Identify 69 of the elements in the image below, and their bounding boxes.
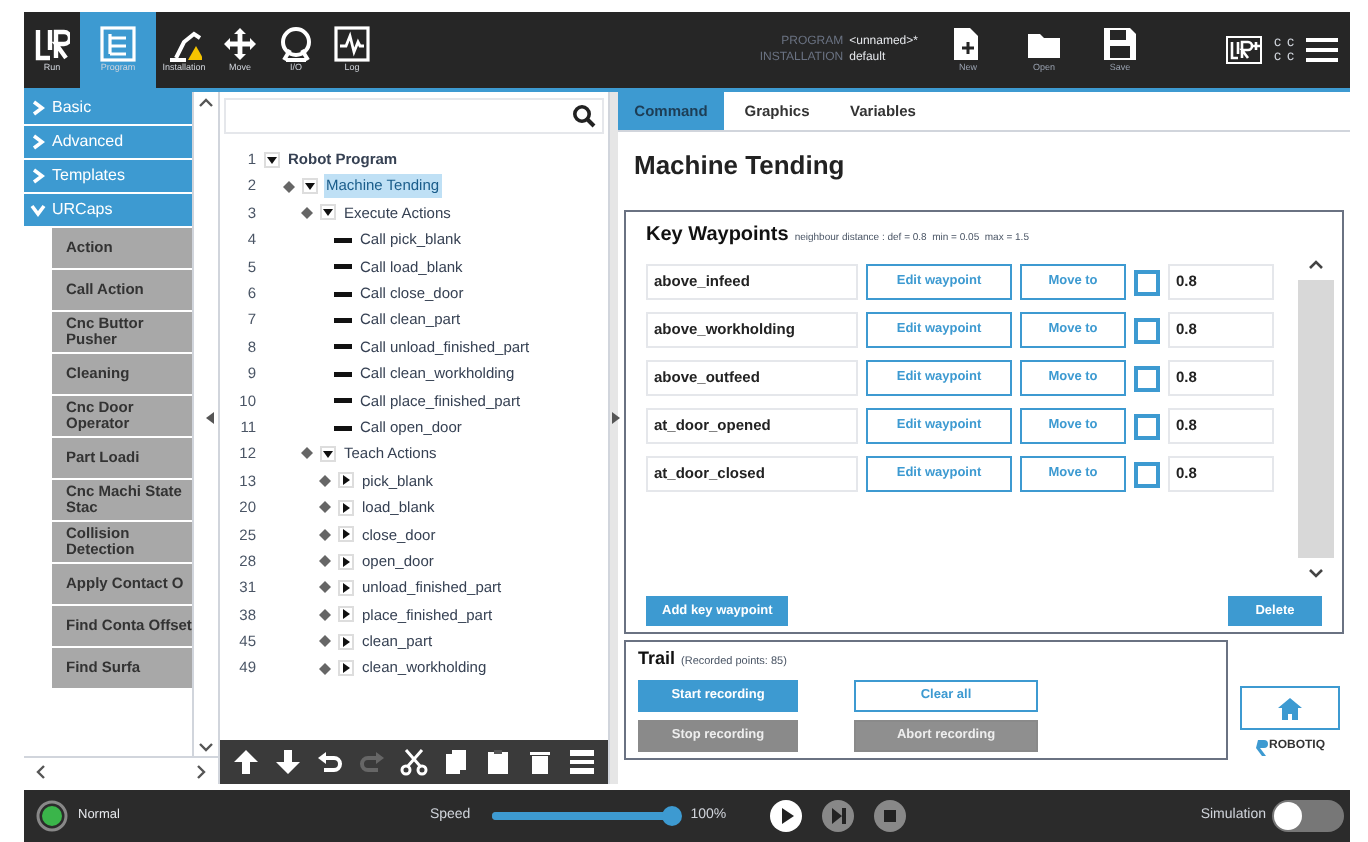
checkbox[interactable] xyxy=(1134,365,1160,391)
scissors-icon xyxy=(399,748,428,776)
scissors-button[interactable] xyxy=(399,748,428,776)
suppress-button[interactable] xyxy=(568,748,597,776)
ur-logo-icon xyxy=(34,26,70,62)
play-button[interactable] xyxy=(770,800,803,832)
search-field[interactable] xyxy=(224,98,604,134)
collapsed-triangle-icon[interactable] xyxy=(338,633,354,650)
trash-button[interactable] xyxy=(526,748,555,776)
collapsed-triangle-icon[interactable] xyxy=(338,660,354,677)
home-icon xyxy=(1278,697,1302,719)
move-arrows-icon xyxy=(222,26,258,62)
checkbox[interactable] xyxy=(1134,317,1160,343)
stop-icon xyxy=(874,800,907,832)
chevron-down-icon xyxy=(30,202,46,218)
log-chart-icon xyxy=(334,26,370,62)
chevron-right-icon xyxy=(30,168,46,184)
checkbox[interactable] xyxy=(1134,269,1160,295)
undo-icon xyxy=(315,748,344,776)
arrow-down-button[interactable] xyxy=(273,748,302,776)
checkbox[interactable] xyxy=(1134,413,1160,439)
collapsed-triangle-icon[interactable] xyxy=(338,579,354,596)
horizontal-scrollbar[interactable] xyxy=(24,756,218,784)
robot-arm-warning-icon xyxy=(166,26,202,62)
clipboard-button[interactable] xyxy=(484,748,513,776)
collapsed-triangle-icon[interactable] xyxy=(338,472,354,489)
expanded-triangle-icon[interactable] xyxy=(302,178,318,195)
collapsed-triangle-icon[interactable] xyxy=(338,606,354,623)
expanded-triangle-icon[interactable] xyxy=(320,204,336,221)
vertical-scrollbar[interactable] xyxy=(192,92,218,756)
redo-icon xyxy=(357,748,386,776)
copy-button[interactable] xyxy=(442,748,471,776)
arrow-down-icon xyxy=(273,748,302,776)
expanded-triangle-icon[interactable] xyxy=(320,445,336,462)
slider-thumb[interactable] xyxy=(662,806,683,826)
copy-icon xyxy=(442,748,471,776)
expanded-triangle-icon[interactable] xyxy=(264,151,280,168)
stop-button[interactable] xyxy=(874,800,907,832)
menu-button[interactable] xyxy=(1306,36,1338,64)
step-button[interactable] xyxy=(822,800,855,832)
suppress-icon xyxy=(568,748,597,776)
search-icon xyxy=(572,104,596,128)
urplus-logo-icon xyxy=(1226,36,1262,64)
clipboard-icon xyxy=(484,748,513,776)
collapsed-triangle-icon[interactable] xyxy=(338,526,354,543)
arrow-up-button[interactable] xyxy=(231,748,260,776)
simulation-toggle[interactable] xyxy=(1272,800,1344,832)
collapse-left-icon xyxy=(206,412,214,424)
section-title: Key Waypoints xyxy=(646,222,789,250)
page-title: Machine Tending xyxy=(632,148,847,184)
scroll-left-icon xyxy=(32,761,48,781)
collapsed-triangle-icon[interactable] xyxy=(338,553,354,570)
io-dial-icon xyxy=(278,26,314,62)
section-title: Trail xyxy=(638,646,676,672)
collapsed-triangle-icon[interactable] xyxy=(338,499,354,516)
trash-icon xyxy=(526,748,555,776)
checkbox[interactable] xyxy=(1134,461,1160,487)
home-button[interactable] xyxy=(1240,686,1340,730)
undo-button[interactable] xyxy=(315,748,344,776)
status-indicator-icon xyxy=(36,800,68,832)
program-tree-icon xyxy=(100,26,136,62)
scroll-right-icon xyxy=(194,761,210,781)
arrow-up-icon xyxy=(231,748,260,776)
chevron-right-icon xyxy=(30,134,46,150)
menu-icon xyxy=(1306,36,1338,64)
step-icon xyxy=(822,800,855,832)
play-icon xyxy=(770,800,803,832)
brand-logo-icon xyxy=(1255,739,1267,755)
chevron-right-icon xyxy=(30,100,46,116)
